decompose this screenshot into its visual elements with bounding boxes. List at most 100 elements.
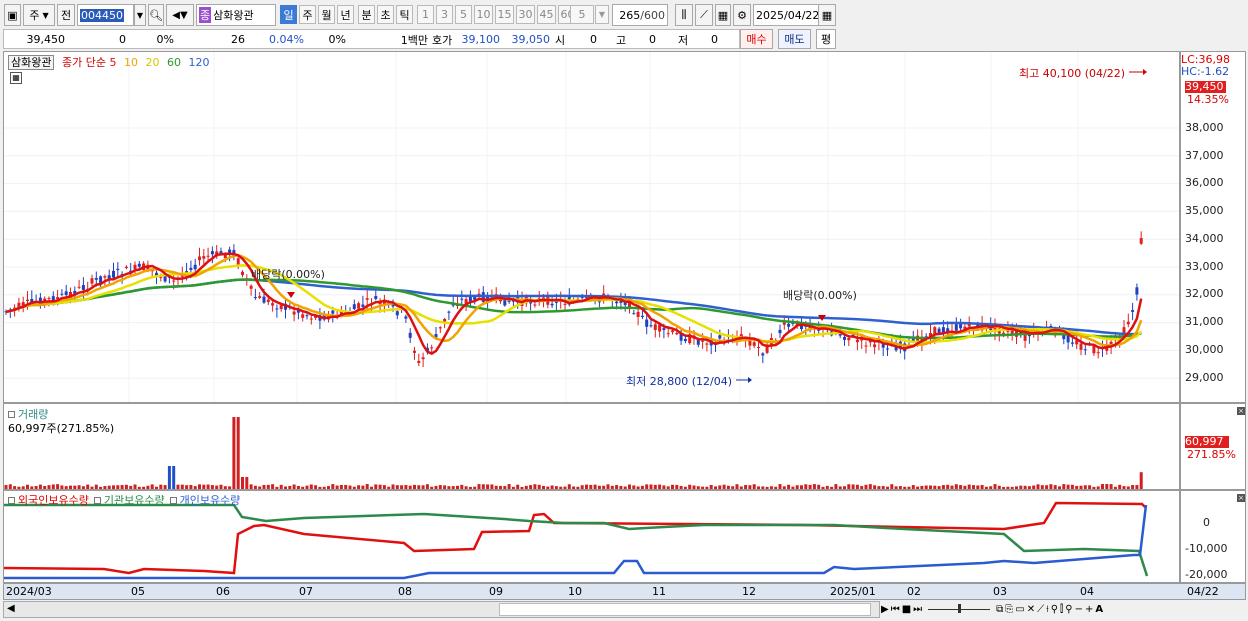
- minute-30[interactable]: 30: [516, 5, 535, 24]
- unit-label: 1백만: [400, 33, 428, 47]
- count-input[interactable]: 265/600: [612, 4, 668, 26]
- candle-body: [662, 328, 666, 331]
- buy-button[interactable]: 매수: [740, 29, 773, 49]
- minute-15[interactable]: 15: [495, 5, 514, 24]
- institution-line: [4, 503, 1149, 577]
- legend-ma60: 60: [166, 56, 181, 69]
- volume-bar: [619, 485, 623, 489]
- period-year[interactable]: 년: [337, 5, 354, 24]
- period-day[interactable]: 일: [280, 5, 297, 24]
- volume-bar: [228, 486, 232, 489]
- stop-icon[interactable]: ■: [902, 604, 911, 615]
- price-pane[interactable]: 삼화왕관 종가 단순 5 10 20 60 120 ▦ 최고 40,100 (0…: [3, 51, 1180, 403]
- zoom-handle[interactable]: [958, 604, 962, 613]
- unit-dropdown-icon[interactable]: ▼: [595, 5, 609, 24]
- scroll-left-icon[interactable]: ◀: [7, 603, 15, 614]
- candle-body: [653, 324, 657, 330]
- cross-icon[interactable]: ✕: [1027, 604, 1035, 615]
- copy-icon[interactable]: ⎘: [1005, 604, 1013, 615]
- ma10-line: [5, 253, 1143, 348]
- minute-10[interactable]: 10: [474, 5, 493, 24]
- volume-bar: [30, 486, 34, 489]
- grid-toggle-icon[interactable]: ▦: [10, 72, 22, 84]
- plus-icon[interactable]: +: [1085, 604, 1093, 615]
- bars-icon[interactable]: ⫿: [1060, 604, 1063, 615]
- minute-45[interactable]: 45: [537, 5, 556, 24]
- volume-bar: [374, 484, 378, 489]
- volume-bar: [808, 484, 812, 489]
- stock-name-field[interactable]: 종 삼화왕관: [196, 4, 276, 26]
- minus-icon[interactable]: −: [1075, 604, 1083, 615]
- volume-bar: [950, 485, 954, 489]
- low-value: 0: [711, 33, 718, 46]
- volume-bar: [451, 486, 455, 489]
- period-month[interactable]: 월: [318, 5, 335, 24]
- volume-bar: [834, 484, 838, 489]
- flat-button[interactable]: 평: [816, 29, 836, 49]
- search-icon[interactable]: 🔍︎: [148, 4, 164, 26]
- volume-pane[interactable]: 거래량 60,997주(271.85%): [3, 403, 1180, 490]
- period-week[interactable]: 주: [299, 5, 316, 24]
- calendar-icon[interactable]: ▦: [818, 4, 836, 26]
- window-icon[interactable]: ⧉: [996, 604, 1003, 615]
- candle-body: [1079, 343, 1083, 350]
- period-tick[interactable]: 틱: [396, 5, 413, 24]
- play-icon[interactable]: ▶: [881, 604, 889, 615]
- prev-button[interactable]: 전: [57, 4, 75, 26]
- code-dropdown-icon[interactable]: ▼: [134, 4, 146, 26]
- layout-icon[interactable]: ▭: [1015, 604, 1024, 615]
- volume-bar: [245, 477, 249, 489]
- font-icon[interactable]: A: [1095, 604, 1103, 615]
- period-minute[interactable]: 분: [358, 5, 375, 24]
- unit-select[interactable]: 5: [570, 5, 594, 24]
- rewind-icon[interactable]: ⏮: [891, 604, 900, 615]
- volume-bar: [593, 484, 597, 489]
- horizontal-scrollbar[interactable]: ◀: [3, 601, 880, 618]
- code-input[interactable]: 004450: [77, 4, 134, 26]
- sell-button[interactable]: 매도: [778, 29, 811, 49]
- candle-body: [262, 296, 266, 303]
- legend-individual: 개인보유수량: [179, 494, 241, 507]
- zoom-in-icon[interactable]: ⚲: [1065, 604, 1072, 615]
- candle-body: [352, 304, 356, 310]
- tool-icon[interactable]: ⟊: [1046, 604, 1049, 615]
- close-icon[interactable]: ×: [1237, 494, 1245, 502]
- volume-bar: [288, 485, 292, 489]
- volume-bar: [933, 485, 937, 489]
- draw-icon[interactable]: ⟋: [1037, 604, 1044, 615]
- zoom-slider[interactable]: [928, 604, 991, 613]
- date-input[interactable]: 2025/04/22: [753, 4, 820, 26]
- volume-bar: [838, 486, 842, 489]
- volume-bar: [705, 486, 709, 489]
- minute-1[interactable]: 1: [417, 5, 434, 24]
- volume-bar: [1075, 485, 1079, 489]
- volume-bar: [1015, 486, 1018, 489]
- last-price-tag: 39,450: [1185, 81, 1226, 93]
- line-chart-icon[interactable]: ⟋: [695, 4, 713, 26]
- legend-stock-name[interactable]: 삼화왕관: [8, 55, 55, 70]
- period-second[interactable]: 초: [377, 5, 394, 24]
- chevron-down-icon: ▼: [42, 10, 49, 20]
- last-pct-label: 14.35%: [1187, 93, 1229, 106]
- minute-5[interactable]: 5: [455, 5, 472, 24]
- volume-bar: [774, 486, 778, 489]
- save-icon[interactable]: ▦: [715, 4, 731, 26]
- close-icon[interactable]: ×: [1237, 407, 1245, 415]
- volume-bar: [434, 485, 438, 489]
- scroll-thumb[interactable]: [499, 603, 871, 616]
- volume-bar: [456, 485, 459, 489]
- volume-bar: [241, 477, 244, 489]
- magnify-icon[interactable]: ⚲: [1051, 604, 1058, 615]
- speaker-icon[interactable]: ◀▼: [166, 4, 194, 26]
- candle-body: [886, 348, 889, 350]
- holdings-pane[interactable]: 외국인보유수량 기관보유수량 개인보유수량: [3, 490, 1180, 583]
- chart-menu-icon[interactable]: ▣: [4, 4, 21, 26]
- volume-bar: [357, 485, 361, 489]
- forward-icon[interactable]: ⏭: [913, 604, 922, 615]
- gear-icon[interactable]: ⚙: [733, 4, 751, 26]
- candle-icon[interactable]: ⫼: [675, 4, 693, 26]
- minute-3[interactable]: 3: [436, 5, 453, 24]
- mode-select[interactable]: 주 ▼: [23, 4, 55, 26]
- candle-body: [752, 342, 756, 346]
- bottom-controls: ▶ ⏮ ■ ⏭ ⧉ ⎘ ▭ ✕ ⟋ ⟊ ⚲ ⫿ ⚲ − + A: [881, 601, 1246, 618]
